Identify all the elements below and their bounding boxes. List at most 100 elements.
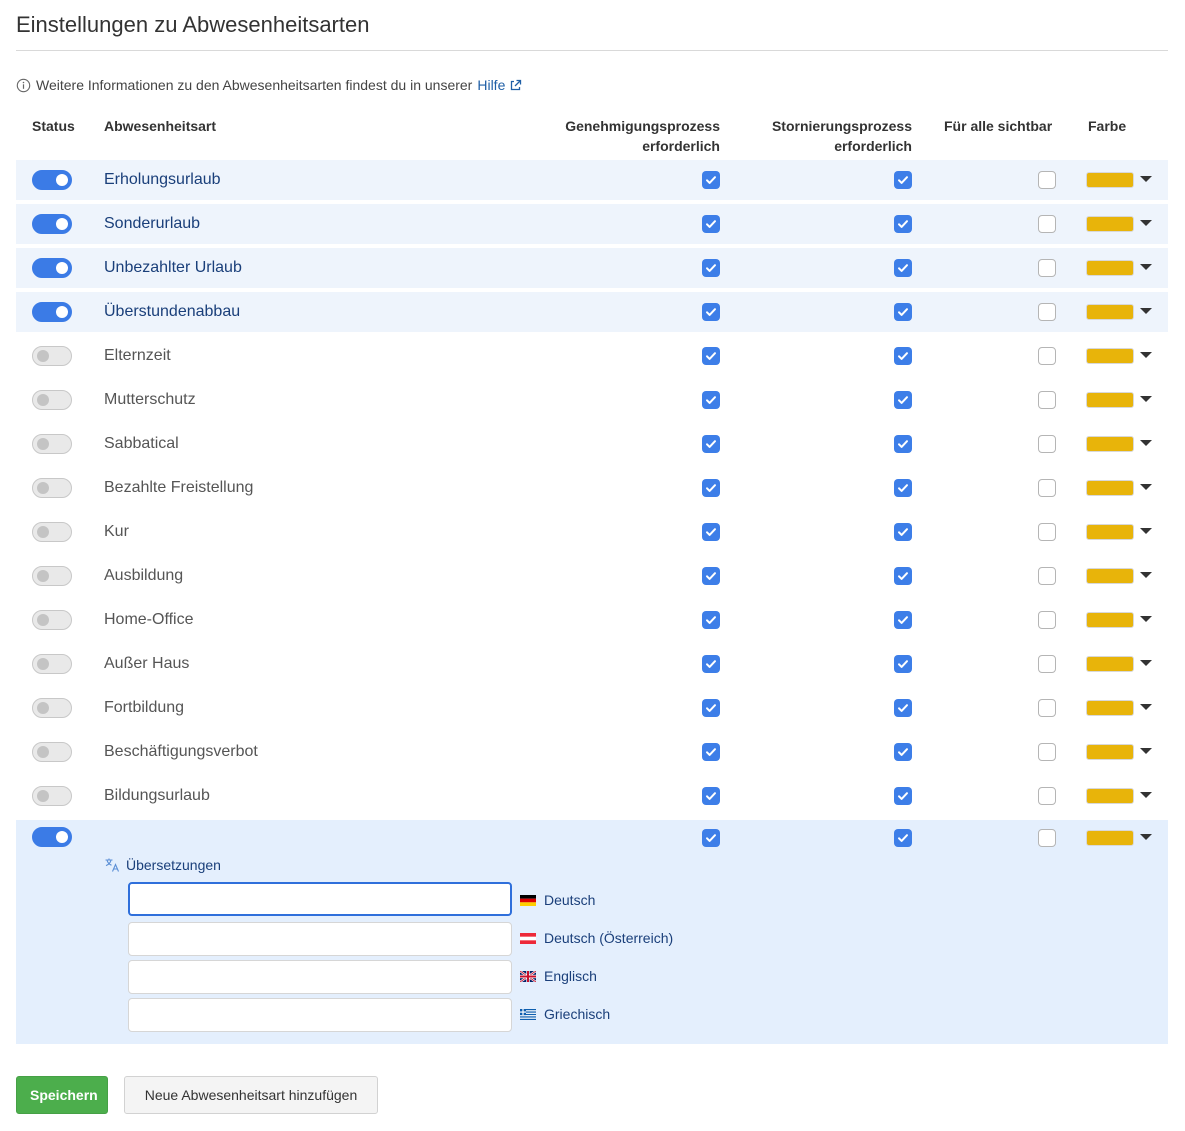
color-swatch[interactable] <box>1086 260 1134 276</box>
color-dropdown-caret[interactable] <box>1140 704 1152 710</box>
status-toggle[interactable] <box>32 170 72 190</box>
status-toggle[interactable] <box>32 258 72 278</box>
color-dropdown-caret[interactable] <box>1140 528 1152 534</box>
approval-checkbox[interactable] <box>702 523 720 541</box>
visible-to-all-checkbox[interactable] <box>1038 611 1056 629</box>
translation-input-en[interactable] <box>128 960 512 994</box>
color-dropdown-caret[interactable] <box>1140 308 1152 314</box>
visible-to-all-checkbox[interactable] <box>1038 479 1056 497</box>
color-swatch[interactable] <box>1086 216 1134 232</box>
approval-checkbox[interactable] <box>702 567 720 585</box>
approval-checkbox[interactable] <box>702 391 720 409</box>
status-toggle[interactable] <box>32 434 72 454</box>
color-swatch[interactable] <box>1086 524 1134 540</box>
approval-checkbox[interactable] <box>702 787 720 805</box>
color-swatch[interactable] <box>1086 788 1134 804</box>
cancellation-checkbox[interactable] <box>894 215 912 233</box>
color-dropdown-caret[interactable] <box>1140 660 1152 666</box>
cancellation-checkbox[interactable] <box>894 479 912 497</box>
cancellation-checkbox[interactable] <box>894 787 912 805</box>
status-toggle[interactable] <box>32 698 72 718</box>
new-type-approval-checkbox[interactable] <box>702 829 720 847</box>
cancellation-checkbox[interactable] <box>894 303 912 321</box>
cancellation-checkbox[interactable] <box>894 743 912 761</box>
cancellation-checkbox[interactable] <box>894 171 912 189</box>
help-link[interactable]: Hilfe <box>477 77 522 93</box>
add-absence-type-button[interactable]: Neue Abwesenheitsart hinzufügen <box>124 1076 378 1114</box>
status-toggle[interactable] <box>32 522 72 542</box>
approval-checkbox[interactable] <box>702 699 720 717</box>
color-dropdown-caret[interactable] <box>1140 484 1152 490</box>
color-dropdown-caret[interactable] <box>1140 396 1152 402</box>
absence-type-name[interactable]: Unbezahlter Urlaub <box>104 258 242 278</box>
color-swatch[interactable] <box>1086 172 1134 188</box>
approval-checkbox[interactable] <box>702 479 720 497</box>
cancellation-checkbox[interactable] <box>894 435 912 453</box>
color-swatch[interactable] <box>1086 392 1134 408</box>
visible-to-all-checkbox[interactable] <box>1038 435 1056 453</box>
absence-type-name[interactable]: Erholungsurlaub <box>104 170 221 190</box>
color-dropdown-caret[interactable] <box>1140 792 1152 798</box>
status-toggle[interactable] <box>32 654 72 674</box>
visible-to-all-checkbox[interactable] <box>1038 215 1056 233</box>
cancellation-checkbox[interactable] <box>894 699 912 717</box>
cancellation-checkbox[interactable] <box>894 391 912 409</box>
color-dropdown-caret[interactable] <box>1140 264 1152 270</box>
new-type-status-toggle[interactable] <box>32 827 72 847</box>
status-toggle[interactable] <box>32 742 72 762</box>
cancellation-checkbox[interactable] <box>894 567 912 585</box>
visible-to-all-checkbox[interactable] <box>1038 523 1056 541</box>
status-toggle[interactable] <box>32 566 72 586</box>
color-swatch[interactable] <box>1086 568 1134 584</box>
color-dropdown-caret[interactable] <box>1140 748 1152 754</box>
cancellation-checkbox[interactable] <box>894 347 912 365</box>
color-swatch[interactable] <box>1086 700 1134 716</box>
approval-checkbox[interactable] <box>702 215 720 233</box>
translation-input-el[interactable] <box>128 998 512 1032</box>
status-toggle[interactable] <box>32 346 72 366</box>
save-button[interactable]: Speichern <box>16 1076 108 1114</box>
approval-checkbox[interactable] <box>702 743 720 761</box>
visible-to-all-checkbox[interactable] <box>1038 743 1056 761</box>
status-toggle[interactable] <box>32 302 72 322</box>
visible-to-all-checkbox[interactable] <box>1038 391 1056 409</box>
approval-checkbox[interactable] <box>702 303 720 321</box>
status-toggle[interactable] <box>32 610 72 630</box>
visible-to-all-checkbox[interactable] <box>1038 259 1056 277</box>
color-dropdown-caret[interactable] <box>1140 440 1152 446</box>
visible-to-all-checkbox[interactable] <box>1038 303 1056 321</box>
new-type-visible-checkbox[interactable] <box>1038 829 1056 847</box>
color-swatch[interactable] <box>1086 304 1134 320</box>
status-toggle[interactable] <box>32 478 72 498</box>
absence-type-name[interactable]: Überstundenabbau <box>104 302 240 322</box>
color-dropdown-caret[interactable] <box>1140 352 1152 358</box>
new-type-cancellation-checkbox[interactable] <box>894 829 912 847</box>
translation-input-de[interactable] <box>128 882 512 916</box>
cancellation-checkbox[interactable] <box>894 611 912 629</box>
color-dropdown-caret[interactable] <box>1140 176 1152 182</box>
color-swatch[interactable] <box>1086 348 1134 364</box>
approval-checkbox[interactable] <box>702 259 720 277</box>
cancellation-checkbox[interactable] <box>894 523 912 541</box>
color-dropdown-caret[interactable] <box>1140 572 1152 578</box>
approval-checkbox[interactable] <box>702 171 720 189</box>
status-toggle[interactable] <box>32 786 72 806</box>
visible-to-all-checkbox[interactable] <box>1038 655 1056 673</box>
translation-input-at[interactable] <box>128 922 512 956</box>
color-swatch[interactable] <box>1086 480 1134 496</box>
color-dropdown-caret[interactable] <box>1140 220 1152 226</box>
approval-checkbox[interactable] <box>702 611 720 629</box>
status-toggle[interactable] <box>32 214 72 234</box>
visible-to-all-checkbox[interactable] <box>1038 171 1056 189</box>
visible-to-all-checkbox[interactable] <box>1038 699 1056 717</box>
color-dropdown-caret[interactable] <box>1140 616 1152 622</box>
new-type-color-dropdown-caret[interactable] <box>1140 834 1152 840</box>
cancellation-checkbox[interactable] <box>894 259 912 277</box>
visible-to-all-checkbox[interactable] <box>1038 787 1056 805</box>
new-type-color-swatch[interactable] <box>1086 830 1134 846</box>
color-swatch[interactable] <box>1086 612 1134 628</box>
absence-type-name[interactable]: Sonderurlaub <box>104 214 200 234</box>
color-swatch[interactable] <box>1086 744 1134 760</box>
color-swatch[interactable] <box>1086 656 1134 672</box>
approval-checkbox[interactable] <box>702 347 720 365</box>
